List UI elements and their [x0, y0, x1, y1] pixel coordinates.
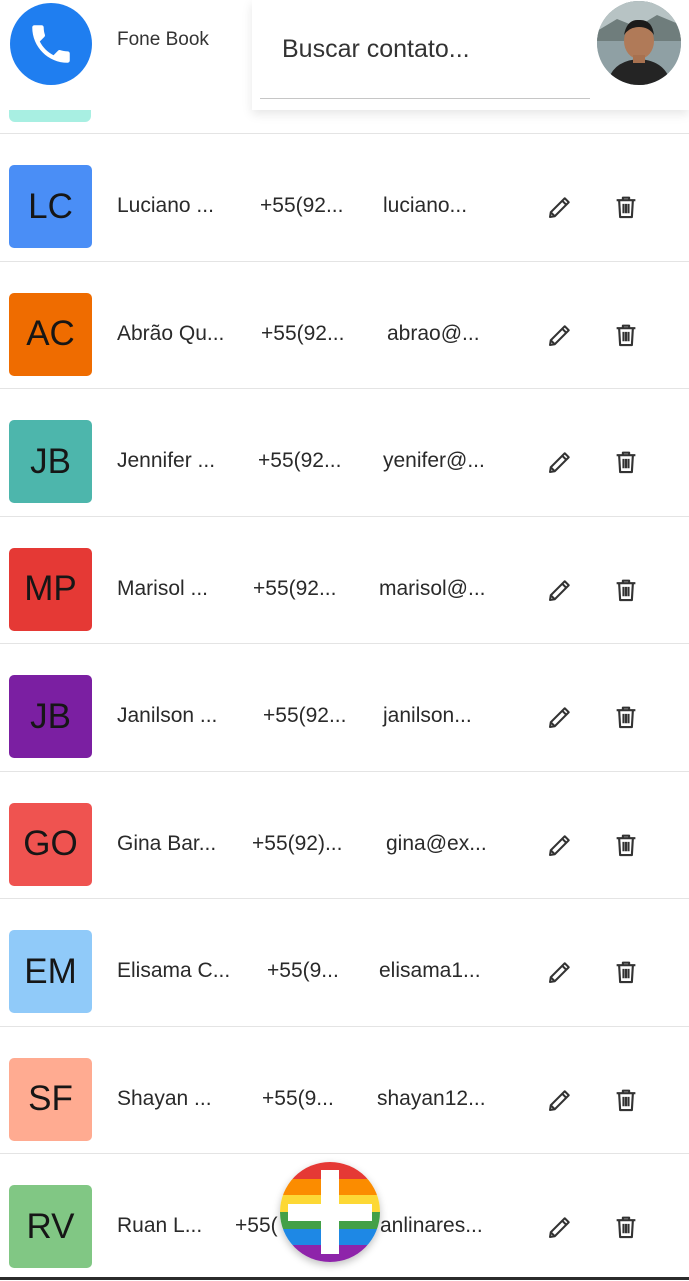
contact-phone: +55(9...	[262, 1086, 334, 1110]
contact-name: Marisol ...	[117, 576, 209, 600]
pencil-icon	[549, 579, 570, 601]
delete-contact-button[interactable]	[611, 830, 641, 860]
trash-icon	[616, 1089, 636, 1111]
search-input[interactable]	[260, 0, 590, 99]
edit-contact-button[interactable]	[545, 957, 575, 987]
contact-phone: +55(9...	[267, 959, 339, 982]
contact-phone: +55(92...	[263, 704, 347, 727]
edit-contact-button[interactable]	[545, 447, 575, 477]
edit-contact-button[interactable]	[545, 1212, 575, 1242]
phone-icon	[32, 25, 70, 63]
edit-contact-button[interactable]	[545, 192, 575, 222]
contact-phone: +55(	[235, 1214, 278, 1237]
contact-name: Shayan ...	[117, 1086, 212, 1110]
contact-row[interactable]: GO Gina Bar... +55(92)... gina@ex...	[0, 770, 689, 899]
partial-contact-badge	[9, 108, 91, 122]
add-contact-button[interactable]	[280, 1162, 380, 1262]
contact-initials-badge: AC	[9, 292, 92, 376]
contact-phone: +55(92...	[261, 321, 345, 345]
pencil-icon	[549, 1217, 570, 1238]
trash-icon	[616, 706, 636, 729]
contact-phone: +55(92...	[253, 576, 337, 600]
contact-initials-badge: JB	[9, 420, 92, 503]
contact-name: Gina Bar...	[117, 831, 217, 855]
contact-phone: +55(92...	[258, 449, 342, 472]
delete-contact-button[interactable]	[611, 702, 641, 732]
pencil-icon	[549, 707, 570, 728]
delete-contact-button[interactable]	[611, 447, 641, 477]
trash-icon	[616, 451, 636, 474]
contact-email: elisama1...	[379, 959, 481, 982]
contact-name: Luciano ...	[117, 194, 214, 217]
contact-email: shayan12...	[377, 1086, 486, 1110]
edit-contact-button[interactable]	[545, 702, 575, 732]
edit-contact-button[interactable]	[545, 320, 575, 350]
contact-row[interactable]: JB Jennifer ... +55(92... yenifer@...	[0, 388, 689, 516]
contact-row[interactable]: AC Abrão Qu... +55(92... abrao@...	[0, 260, 689, 389]
contact-row[interactable]: MP Marisol ... +55(92... marisol@...	[0, 515, 689, 644]
trash-icon	[616, 196, 636, 219]
contact-row[interactable]: LC Luciano ... +55(92... luciano...	[0, 133, 689, 261]
contact-initials-badge: GO	[9, 802, 92, 886]
edit-contact-button[interactable]	[545, 830, 575, 860]
user-avatar[interactable]	[597, 1, 681, 85]
contact-initials-badge: JB	[9, 675, 92, 758]
contact-initials-badge: LC	[9, 165, 92, 248]
delete-contact-button[interactable]	[611, 1212, 641, 1242]
delete-contact-button[interactable]	[611, 575, 641, 605]
delete-contact-button[interactable]	[611, 957, 641, 987]
contact-name: Ruan L...	[117, 1214, 203, 1237]
trash-icon	[616, 961, 636, 984]
pencil-icon	[549, 1089, 570, 1111]
contact-row[interactable]: JB Janilson ... +55(92... janilson...	[0, 643, 689, 771]
contact-email: abrao@...	[387, 321, 480, 345]
trash-icon	[616, 324, 636, 346]
contact-list: LC Luciano ... +55(92... luciano... AC Abrão …	[0, 133, 689, 1281]
delete-contact-button[interactable]	[611, 320, 641, 350]
app-header: Fone Book	[0, 0, 689, 110]
contact-email: gina@ex...	[386, 831, 487, 855]
pencil-icon	[549, 962, 570, 983]
app-title: Fone Book	[117, 29, 209, 50]
contact-email: marisol@...	[379, 576, 486, 600]
contact-email: anlinares...	[380, 1214, 483, 1237]
pencil-icon	[549, 197, 570, 218]
trash-icon	[616, 834, 636, 856]
delete-contact-button[interactable]	[611, 1085, 641, 1115]
contact-name: Janilson ...	[117, 704, 218, 727]
contact-initials-badge: MP	[9, 547, 92, 631]
contact-name: Abrão Qu...	[117, 321, 225, 345]
contact-initials-badge: EM	[9, 930, 92, 1013]
pencil-icon	[549, 452, 570, 473]
contact-email: luciano...	[383, 194, 468, 217]
pencil-icon	[549, 324, 570, 346]
app-logo	[10, 3, 92, 85]
contact-email: yenifer@...	[383, 449, 485, 472]
avatar-photo	[597, 1, 681, 85]
pencil-icon	[549, 834, 570, 856]
trash-icon	[616, 579, 636, 601]
contact-phone: +55(92)...	[252, 831, 343, 855]
contact-name: Elisama C...	[117, 959, 231, 982]
contact-initials-badge: SF	[9, 1057, 92, 1141]
delete-contact-button[interactable]	[611, 192, 641, 222]
contact-initials-badge: RV	[9, 1185, 92, 1268]
contact-row[interactable]: EM Elisama C... +55(9... elisama1...	[0, 898, 689, 1026]
contact-name: Jennifer ...	[117, 449, 216, 472]
contact-row[interactable]: SF Shayan ... +55(9... shayan12...	[0, 1025, 689, 1154]
trash-icon	[616, 1216, 636, 1239]
plus-icon-vertical	[321, 1170, 339, 1254]
contact-phone: +55(92...	[260, 194, 344, 217]
contact-email: janilson...	[383, 704, 472, 727]
edit-contact-button[interactable]	[545, 1085, 575, 1115]
edit-contact-button[interactable]	[545, 575, 575, 605]
